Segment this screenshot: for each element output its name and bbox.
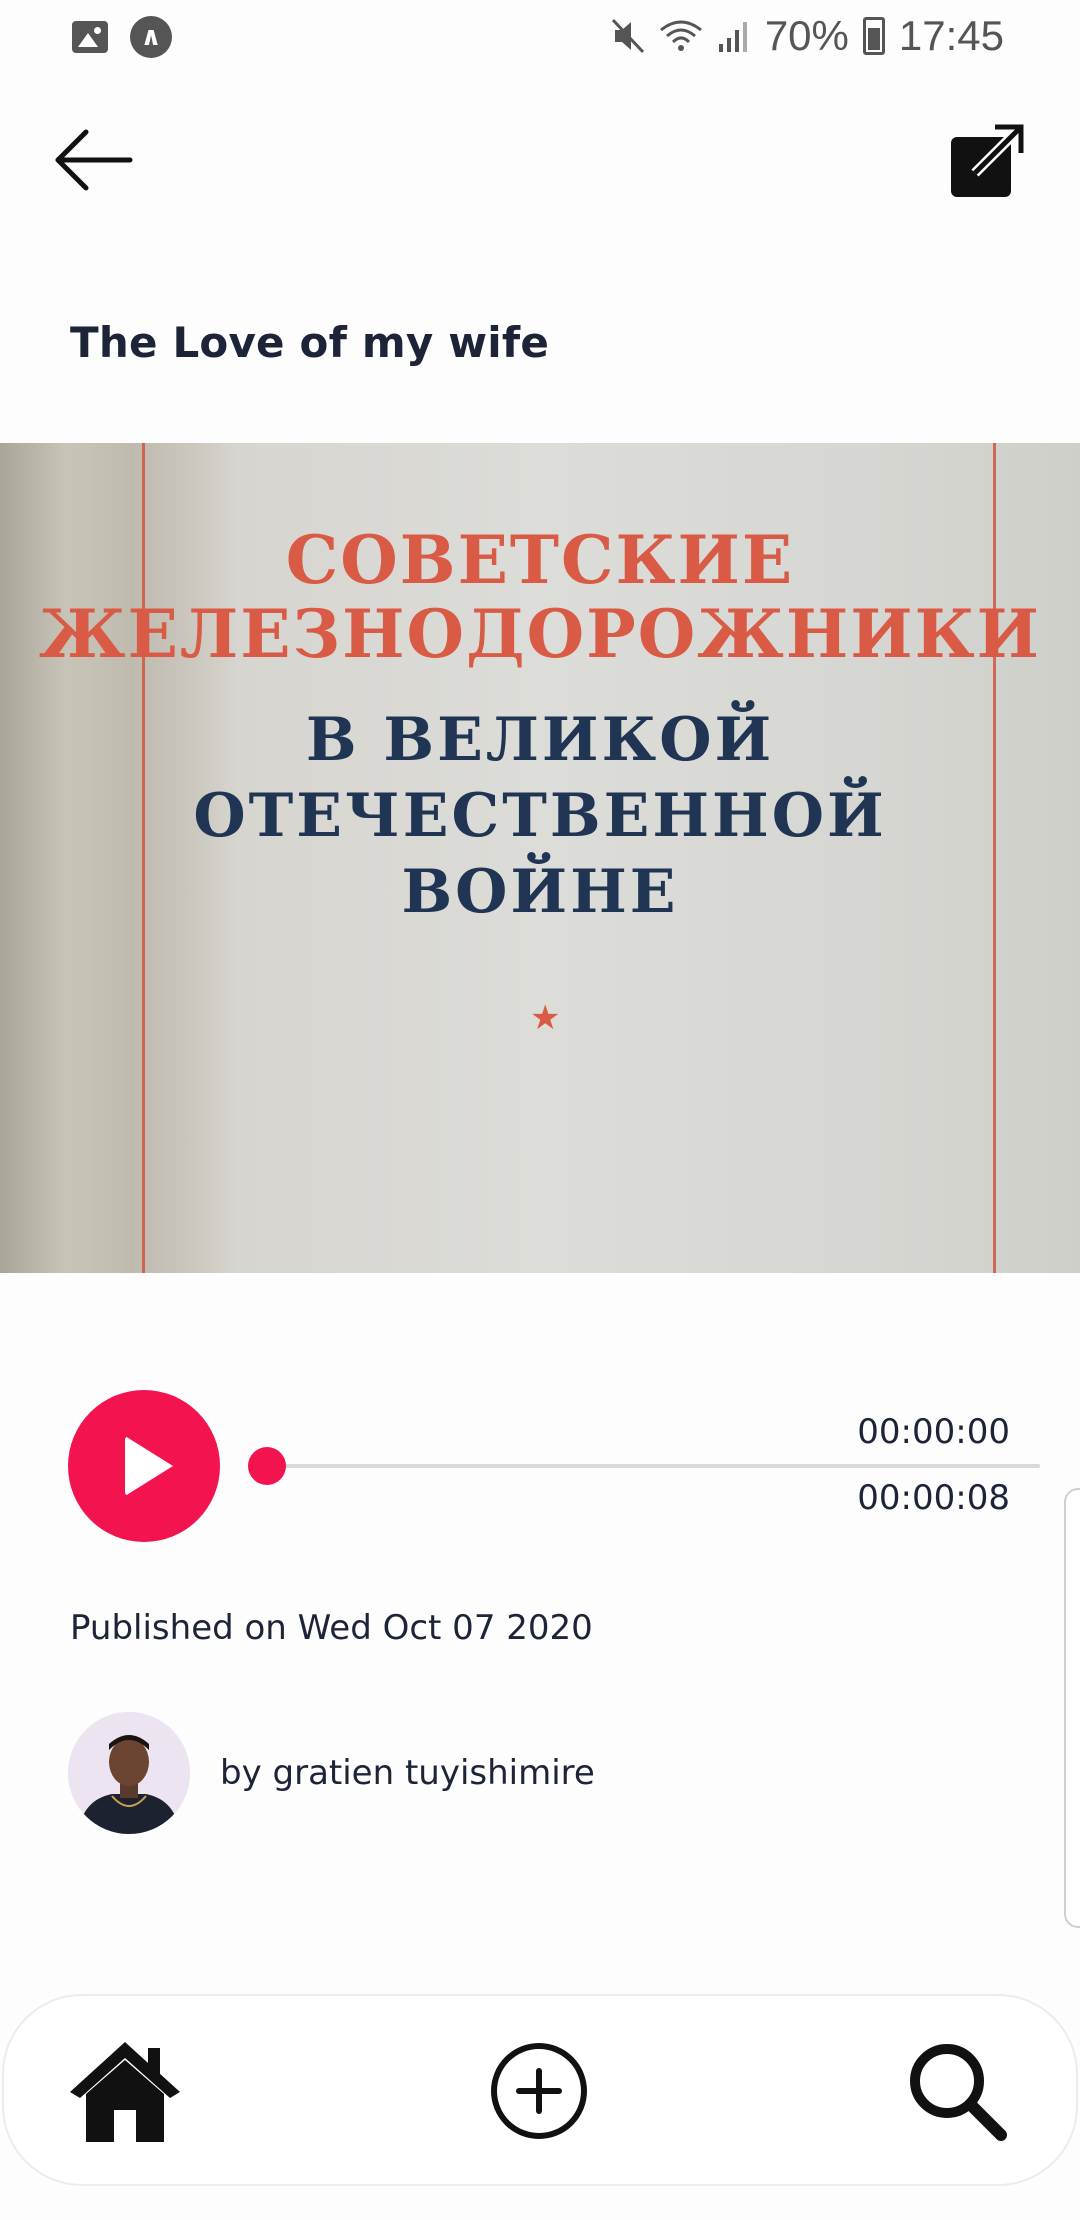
avatar-image	[68, 1712, 190, 1834]
cover-line-2: ЖЕЛЕЗНОДОРОЖНИКИ	[38, 595, 1042, 673]
nav-add-button[interactable]	[464, 2016, 614, 2166]
battery-percent: 70%	[764, 12, 849, 59]
cover-line-4: ОТЕЧЕСТВЕННОЙ	[193, 781, 887, 851]
current-time: 00:00:00	[857, 1412, 1010, 1452]
progress-track[interactable]	[266, 1464, 1040, 1468]
open-external-button[interactable]	[940, 112, 1036, 208]
progress-thumb[interactable]	[248, 1447, 286, 1485]
play-button[interactable]	[68, 1390, 220, 1542]
published-date: Published on Wed Oct 07 2020	[70, 1608, 593, 1648]
cover-image: СОВЕТСКИЕ ЖЕЛЕЗНОДОРОЖНИКИ В ВЕЛИКОЙ ОТЕ…	[0, 443, 1080, 1273]
status-left: ∧	[72, 16, 172, 58]
wifi-icon	[659, 20, 702, 51]
home-icon	[70, 2042, 180, 2142]
total-time: 00:00:08	[857, 1478, 1010, 1518]
story-title: The Love of my wife	[70, 318, 550, 367]
cover-line-3: В ВЕЛИКОЙ	[305, 705, 775, 775]
search-icon	[910, 2044, 1007, 2141]
status-right: 70% 17:45	[611, 12, 1004, 60]
author-name[interactable]: by gratien tuyishimire	[220, 1753, 595, 1793]
top-bar	[0, 100, 1080, 220]
open-external-icon	[951, 124, 1024, 197]
signal-icon	[718, 22, 747, 52]
bottom-nav	[2, 1994, 1078, 2186]
play-icon	[125, 1436, 173, 1496]
avatar[interactable]	[68, 1712, 190, 1834]
mute-icon	[611, 18, 644, 54]
battery-icon	[862, 17, 885, 55]
add-circle-icon	[491, 2043, 587, 2139]
author-row[interactable]: by gratien tuyishimire	[68, 1712, 595, 1834]
cover-line-1: СОВЕТСКИЕ	[285, 521, 795, 599]
arrow-left-icon	[55, 129, 133, 191]
cover-line-5: ВОЙНЕ	[401, 857, 679, 927]
status-time: 17:45	[898, 12, 1004, 59]
gallery-icon	[72, 21, 108, 53]
back-button[interactable]	[44, 112, 140, 208]
status-bar: ∧ 70% 17:45	[0, 0, 1080, 72]
app-notification-icon: ∧	[130, 16, 172, 58]
nav-search-button[interactable]	[882, 2016, 1032, 2166]
side-panel-handle[interactable]	[1064, 1488, 1080, 1928]
nav-home-button[interactable]	[50, 2016, 200, 2166]
cover-star-icon: ★	[530, 998, 561, 1038]
